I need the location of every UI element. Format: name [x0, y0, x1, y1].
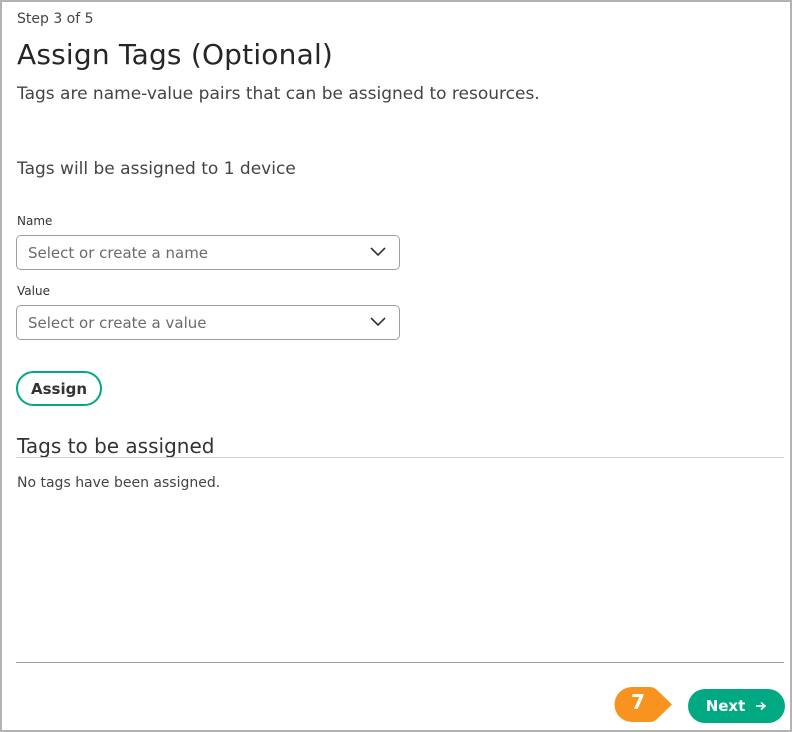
- empty-tags-message: No tags have been assigned.: [17, 475, 221, 491]
- value-select-placeholder: Select or create a value: [28, 314, 207, 332]
- name-select[interactable]: Select or create a name: [16, 235, 400, 270]
- wizard-panel: Step 3 of 5 Assign Tags (Optional) Tags …: [0, 0, 792, 732]
- page-subtitle: Tags are name-value pairs that can be as…: [17, 84, 540, 104]
- chevron-down-icon: [370, 247, 386, 257]
- page-title: Assign Tags (Optional): [17, 38, 334, 71]
- arrow-right-icon: [756, 701, 767, 711]
- section-divider: [16, 457, 784, 458]
- device-count-note: Tags will be assigned to 1 device: [17, 159, 296, 179]
- next-button[interactable]: Next: [688, 689, 785, 723]
- chevron-down-icon: [370, 317, 386, 327]
- tags-section-title: Tags to be assigned: [17, 434, 215, 458]
- next-button-label: Next: [705, 697, 746, 715]
- footer-divider: [16, 662, 784, 663]
- step-callout-number: 7: [631, 690, 645, 714]
- step-indicator: Step 3 of 5: [17, 11, 94, 27]
- value-select[interactable]: Select or create a value: [16, 305, 400, 340]
- name-label: Name: [17, 214, 53, 228]
- name-select-placeholder: Select or create a name: [28, 244, 209, 262]
- assign-button[interactable]: Assign: [16, 371, 102, 406]
- value-label: Value: [17, 284, 50, 298]
